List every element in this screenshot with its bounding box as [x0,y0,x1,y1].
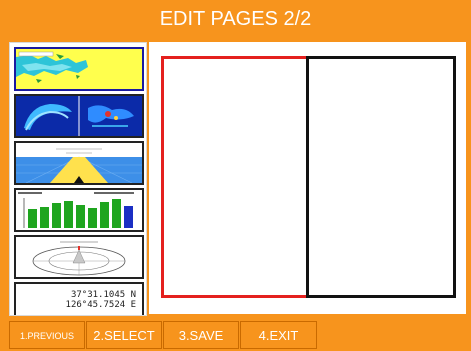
highway-3d-thumbnail[interactable] [14,141,144,185]
bar-graph-icon [16,190,142,230]
layout-pane-right[interactable] [306,56,456,298]
radar-icon [16,96,142,136]
latitude-text: 37°31.1045 N [70,290,136,300]
gps-position-thumbnail[interactable]: 37°31.1045 N 126°45.7524 E [14,282,144,315]
page-title: EDIT PAGES 2/2 [159,8,312,30]
bar-graph-thumbnail[interactable] [14,188,144,232]
longitude-text: 126°45.7524 E [65,300,136,310]
page-layout-preview [149,42,466,314]
compass-thumbnail[interactable] [14,235,144,279]
exit-button[interactable]: 4.EXIT [240,321,317,349]
save-button[interactable]: 3.SAVE [163,321,239,349]
chart-map-thumbnail[interactable] [14,47,144,91]
page-template-list[interactable]: 37°31.1045 N 126°45.7524 E [9,42,147,316]
chart-map-icon [16,49,142,89]
softkey-bar: 1.PREVIOUS 2.SELECT 3.SAVE 4.EXIT [0,318,471,351]
compass-icon [16,237,142,277]
radar-split-thumbnail[interactable] [14,94,144,138]
previous-button[interactable]: 1.PREVIOUS [9,321,85,349]
highway-icon [16,143,142,183]
gps-readout-icon: 37°31.1045 N 126°45.7524 E [16,284,142,310]
layout-pane-left[interactable] [161,56,309,298]
select-button[interactable]: 2.SELECT [86,321,162,349]
